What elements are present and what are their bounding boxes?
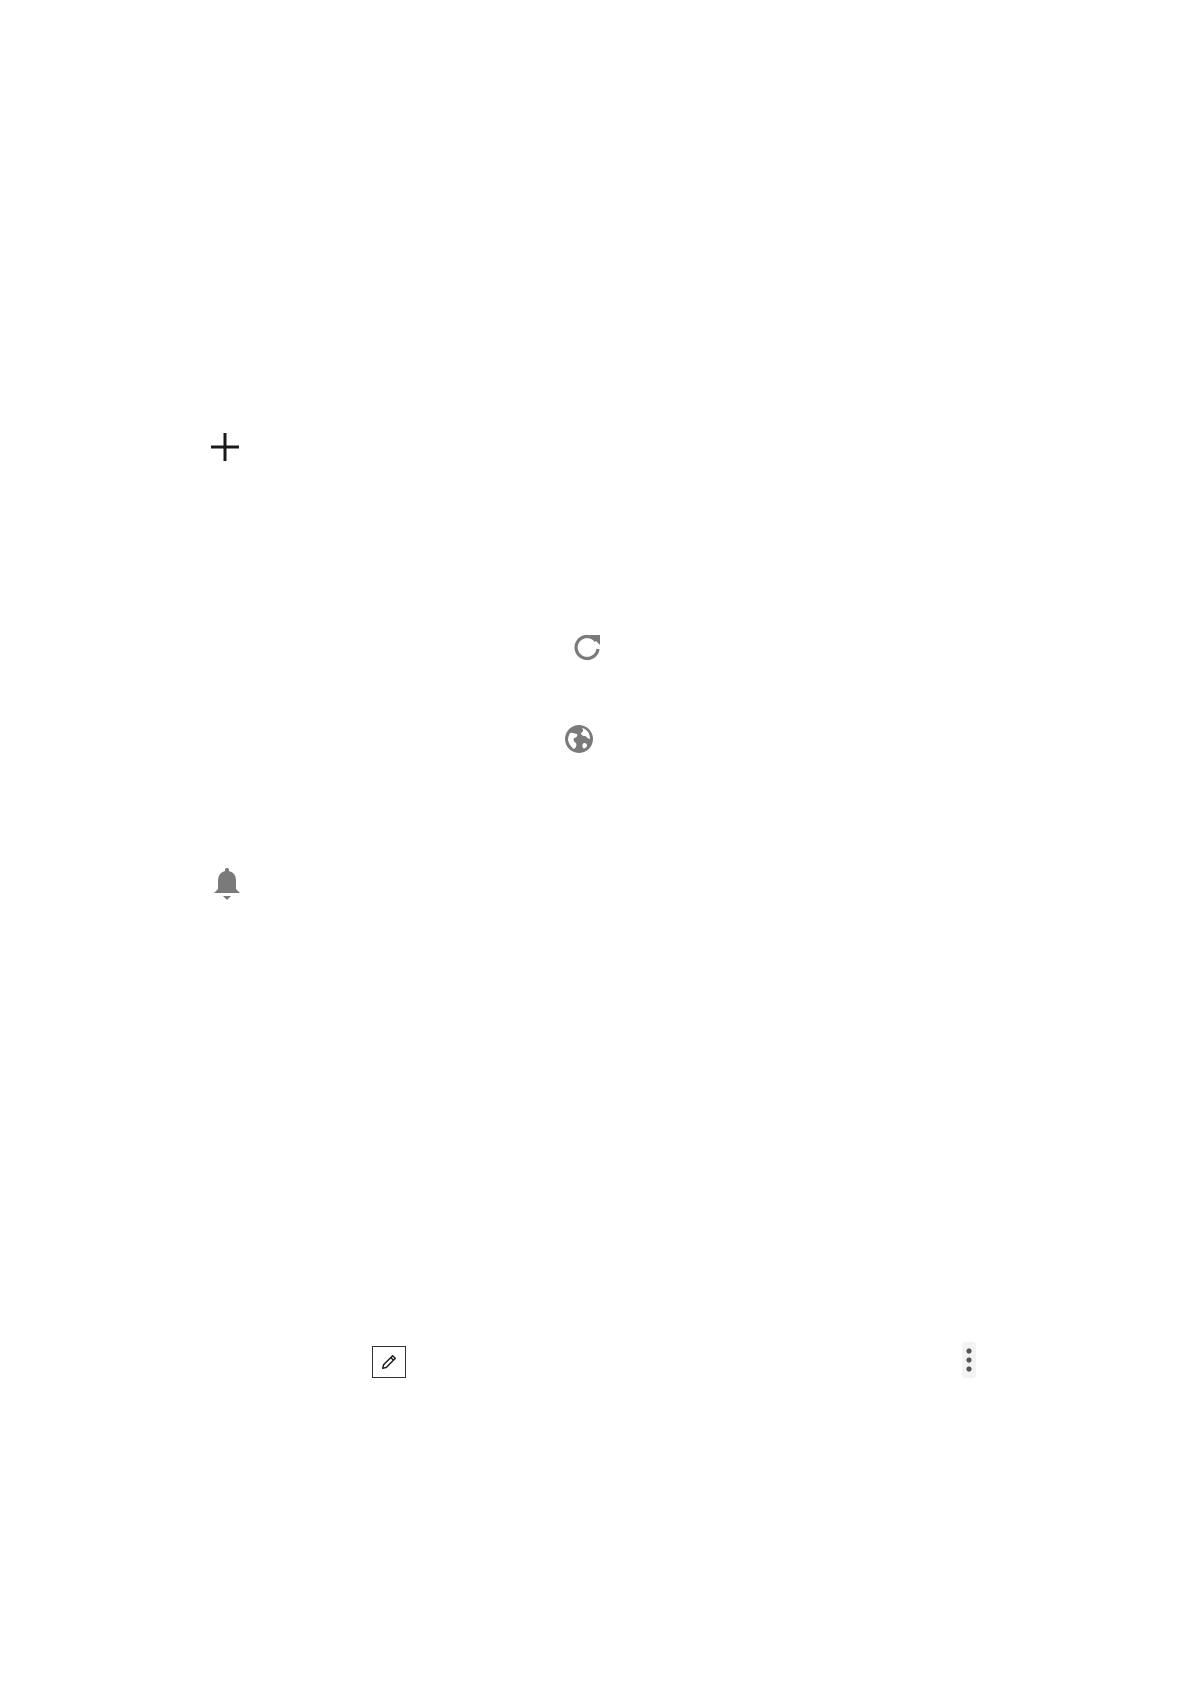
bell-icon[interactable] (210, 866, 244, 902)
more-vertical-icon[interactable] (962, 1342, 976, 1378)
refresh-icon[interactable] (570, 630, 604, 664)
plus-icon[interactable] (208, 430, 242, 464)
pencil-icon[interactable] (372, 1346, 406, 1378)
globe-icon[interactable] (562, 722, 596, 756)
